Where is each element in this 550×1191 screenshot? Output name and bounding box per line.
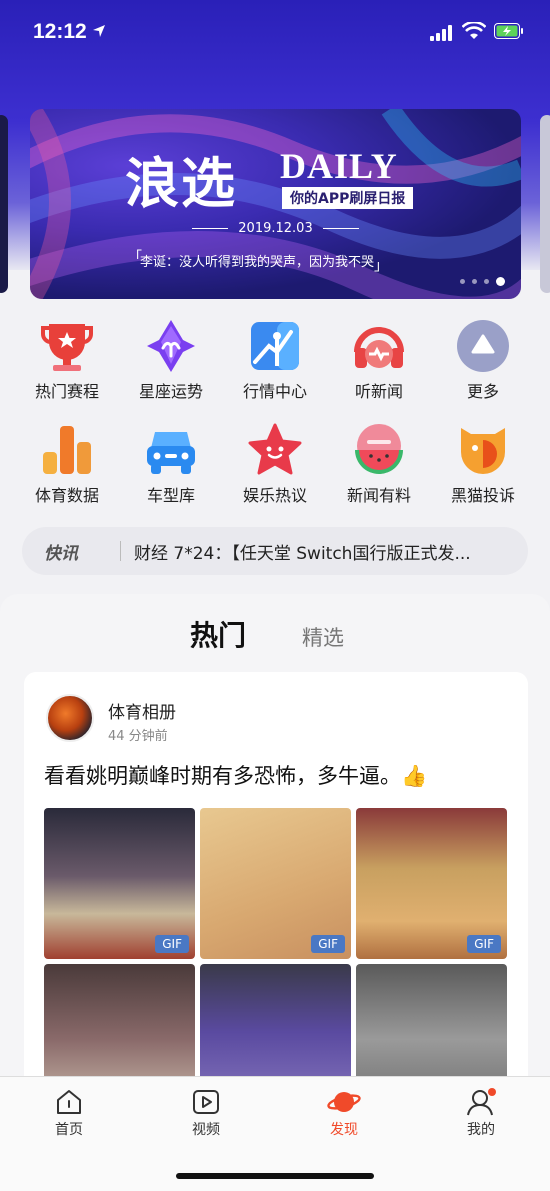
author-avatar[interactable] <box>46 694 94 742</box>
shortcut-label: 新闻有料 <box>346 486 411 505</box>
chart-icon <box>251 322 299 370</box>
location-arrow-icon <box>93 25 105 37</box>
shortcut-horoscope[interactable]: 星座运势 <box>119 318 223 402</box>
bar-data-icon <box>43 426 91 474</box>
banner-quote-text: 李诞：没人听得到我的哭声，因为我不哭 <box>140 255 375 270</box>
nav-discover[interactable]: 发现 <box>304 1087 384 1139</box>
shortcut-label: 热门赛程 <box>34 382 99 401</box>
status-bar: 12:12 <box>0 0 550 64</box>
more-icon <box>457 320 509 372</box>
shortcut-label: 体育数据 <box>34 486 99 505</box>
post-time: 44 分钟前 <box>108 729 168 744</box>
post-author[interactable]: 体育相册 <box>108 698 176 723</box>
headphones-icon <box>354 327 404 368</box>
shortcut-black-cat-complaints[interactable]: 黑猫投诉 <box>431 422 535 506</box>
shortcut-car-models[interactable]: 车型库 <box>119 422 223 506</box>
post-thumbnail[interactable]: GIF <box>44 808 195 959</box>
nav-label: 首页 <box>55 1122 83 1138</box>
banner-page-indicator <box>460 277 505 286</box>
signal-icon <box>430 25 452 41</box>
nav-label: 我的 <box>467 1122 495 1138</box>
banner-title: 浪选 <box>125 151 237 215</box>
feed-post-card[interactable]: 体育相册 44 分钟前 看看姚明巅峰时期有多恐怖，多牛逼。👍 GIF GIF G… <box>24 672 528 1115</box>
horoscope-star-icon <box>147 320 195 372</box>
shortcut-entertainment[interactable]: 娱乐热议 <box>223 422 327 506</box>
daily-banner[interactable]: 浪选 DAILY 你的APP刷屏日报 2019.12.03 「李诞：没人听得到我… <box>30 109 521 299</box>
shortcut-news-extras[interactable]: 新闻有料 <box>327 422 431 506</box>
shortcut-label: 星座运势 <box>138 382 203 401</box>
shortcut-label: 听新闻 <box>354 382 403 401</box>
gif-badge: GIF <box>155 935 189 953</box>
planet-icon <box>327 1092 361 1112</box>
banner-swirl-art <box>30 109 521 299</box>
news-flash-tag: 快讯 <box>44 544 78 564</box>
shortcut-label: 娱乐热议 <box>242 486 307 505</box>
video-play-icon <box>193 1090 219 1114</box>
nav-label: 视频 <box>192 1122 220 1138</box>
post-headline[interactable]: 看看姚明巅峰时期有多恐怖，多牛逼。👍 <box>44 760 427 790</box>
shortcut-label: 行情中心 <box>242 382 307 401</box>
banner-daily-word: DAILY <box>280 146 398 186</box>
nav-label: 发现 <box>330 1122 358 1138</box>
ticker-divider <box>120 541 121 561</box>
star-face-icon <box>248 423 302 475</box>
shortcut-listen-news[interactable]: 听新闻 <box>327 318 431 402</box>
user-icon <box>467 1088 496 1116</box>
banner-subtitle: 你的APP刷屏日报 <box>282 187 414 209</box>
gif-badge: GIF <box>311 935 345 953</box>
banner-date: 2019.12.03 <box>30 221 521 236</box>
banner-prev-peek[interactable] <box>0 115 8 293</box>
shortcut-label: 更多 <box>466 382 499 401</box>
post-thumbnail[interactable]: GIF <box>356 808 507 959</box>
tab-hot[interactable]: 热门 <box>190 614 246 654</box>
shortcut-more[interactable]: 更多 <box>431 318 535 402</box>
tab-featured[interactable]: 精选 <box>302 622 344 652</box>
home-icon <box>57 1090 81 1114</box>
gif-badge: GIF <box>467 935 501 953</box>
trophy-icon <box>41 324 93 371</box>
wifi-icon <box>462 22 486 39</box>
news-flash-ticker[interactable]: 快讯 财经 7*24：【任天堂 Switch国行版正式发... <box>22 527 528 575</box>
home-indicator[interactable] <box>176 1173 374 1179</box>
shortcut-hot-schedule[interactable]: 热门赛程 <box>15 318 119 402</box>
watermelon-icon <box>355 424 403 474</box>
shortcut-label: 黑猫投诉 <box>450 486 515 505</box>
status-time: 12:12 <box>33 20 87 43</box>
car-icon <box>147 432 195 474</box>
shortcut-market[interactable]: 行情中心 <box>223 318 327 402</box>
battery-icon <box>494 23 523 39</box>
black-cat-shield-icon <box>461 428 505 474</box>
notification-dot <box>488 1088 496 1096</box>
nav-video[interactable]: 视频 <box>166 1087 246 1139</box>
post-thumbnail[interactable]: GIF <box>200 808 351 959</box>
banner-quote: 「李诞：没人听得到我的哭声，因为我不哭」 <box>128 250 389 274</box>
banner-next-peek[interactable] <box>540 115 550 293</box>
nav-home[interactable]: 首页 <box>29 1087 109 1139</box>
nav-profile[interactable]: 我的 <box>441 1087 521 1139</box>
shortcut-label: 车型库 <box>146 486 195 505</box>
news-flash-text: 财经 7*24：【任天堂 Switch国行版正式发... <box>134 544 471 564</box>
shortcut-sports-data[interactable]: 体育数据 <box>15 422 119 506</box>
